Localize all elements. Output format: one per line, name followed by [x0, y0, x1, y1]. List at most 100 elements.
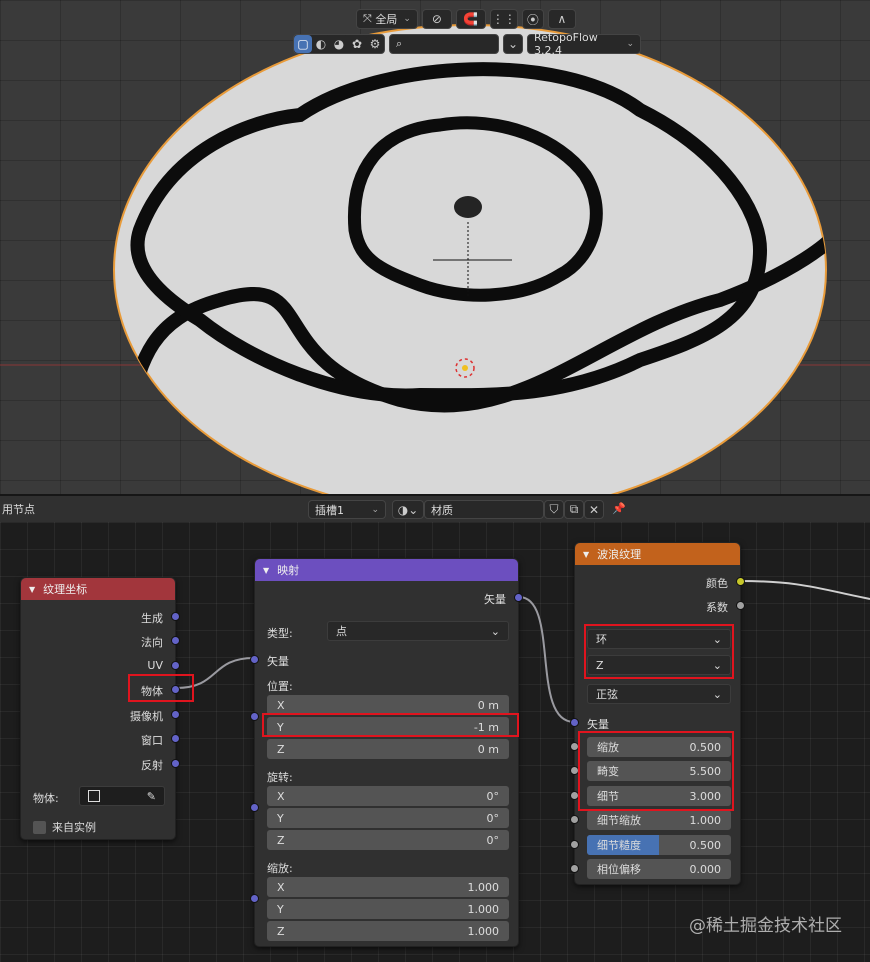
- field-value: 0°: [486, 789, 500, 803]
- from-instancer-checkbox[interactable]: 来自实例: [33, 819, 96, 835]
- mapping-node[interactable]: ▼ 映射 矢量 类型: 点 ⌄ 矢量 位置: X0 m Y -1 m Z0 m 旋…: [250, 558, 523, 947]
- watermark: @稀土掘金技术社区: [689, 916, 842, 936]
- socket-reflection[interactable]: [171, 759, 180, 768]
- transform-orientation-select[interactable]: ⤧ 全局 ⌄: [356, 9, 418, 29]
- chevron-down-icon: ⌄: [626, 39, 634, 49]
- falloff-icon[interactable]: ∧: [547, 9, 576, 29]
- output-color-label: 颜色: [706, 577, 728, 590]
- 3d-viewport[interactable]: ⤧ 全局 ⌄ ⊘ 🧲 ⋮⋮ ⦿ ∧ ▢ ◐ ◕ ✿ ⚙ ⌕ ⌄ RetopoFl…: [0, 0, 870, 494]
- rotation-y-field[interactable]: Y 0°: [267, 808, 509, 828]
- collapse-triangle-icon[interactable]: ▼: [583, 550, 589, 559]
- collapse-triangle-icon[interactable]: ▼: [29, 585, 35, 594]
- rotation-z-field[interactable]: Z 0°: [267, 830, 509, 850]
- solid-shading-icon[interactable]: ◐: [312, 35, 330, 53]
- axis-label: X: [277, 880, 285, 894]
- field-value: 0 m: [477, 742, 499, 756]
- socket-output-color[interactable]: [736, 577, 745, 586]
- highlight-location-y: [262, 713, 519, 737]
- scale-y-field[interactable]: Y 1.000: [267, 899, 509, 919]
- shader-node-editor[interactable]: 用节点 插槽1 ⌄ ◑⌄ 材质 ⛉ ⧉ ✕ 📌 ▼ 纹理坐标 生成 法向 UV …: [0, 494, 870, 962]
- wave-profile-select[interactable]: 正弦 ⌄: [587, 684, 731, 704]
- object-picker-field[interactable]: ✎: [79, 786, 165, 806]
- socket-generated[interactable]: [171, 612, 180, 621]
- pivot-icon[interactable]: ⊘: [421, 9, 452, 29]
- axis-label: Z: [277, 833, 285, 847]
- viewport-search-input[interactable]: ⌕: [389, 34, 499, 54]
- dropdown-icon[interactable]: ⌄: [503, 34, 523, 54]
- field-value: 0°: [486, 811, 500, 825]
- mapping-type-select[interactable]: 点 ⌄: [327, 621, 509, 641]
- material-name-field[interactable]: 材质: [424, 500, 544, 519]
- highlight-scale-distortion-detail: [578, 731, 734, 811]
- field-value: 1.000: [467, 924, 500, 938]
- socket-camera[interactable]: [171, 710, 180, 719]
- axis-label: Y: [277, 902, 284, 916]
- wireframe-shading-icon[interactable]: ▢: [294, 35, 312, 53]
- wave-texture-header[interactable]: ▼ 波浪纹理: [575, 543, 740, 565]
- orientation-label: 全局: [375, 13, 398, 26]
- texture-coordinate-node[interactable]: ▼ 纹理坐标 生成 法向 UV 物体 摄像机 窗口 反射 物体: ✎ 来自实例: [20, 577, 180, 840]
- viewport-header-tools: ⤧ 全局 ⌄ ⊘ 🧲 ⋮⋮ ⦿ ∧: [356, 9, 576, 29]
- output-generated: 生成: [141, 612, 163, 625]
- wave-texture-preview: [0, 24, 870, 494]
- socket-scale[interactable]: [250, 894, 259, 903]
- duplicate-icon[interactable]: ⧉: [564, 500, 584, 519]
- param-label: 细节糙度: [597, 839, 641, 852]
- socket-rotation[interactable]: [250, 803, 259, 812]
- material-name-label: 材质: [431, 503, 453, 517]
- socket-detail-scale[interactable]: [570, 815, 579, 824]
- location-label: 位置:: [267, 680, 293, 693]
- socket-location[interactable]: [250, 712, 259, 721]
- material-browse-icon[interactable]: ◑⌄: [392, 500, 424, 519]
- input-vector-label: 矢量: [267, 655, 289, 668]
- rotation-x-field[interactable]: X 0°: [267, 786, 509, 806]
- highlight-wave-type-direction: [584, 624, 734, 679]
- use-nodes-label: 用节点: [2, 503, 35, 516]
- param-phase-offset-field[interactable]: 相位偏移 0.000: [587, 859, 731, 879]
- field-value: 1.000: [467, 880, 500, 894]
- scale-z-field[interactable]: Z 1.000: [267, 921, 509, 941]
- retopoflow-button[interactable]: RetopoFlow 3.2.4 ⌄: [527, 31, 641, 57]
- pin-icon[interactable]: 📌: [612, 502, 626, 515]
- mapping-header[interactable]: ▼ 映射: [255, 559, 518, 581]
- location-z-field[interactable]: Z 0 m: [267, 739, 509, 759]
- field-value: 0 m: [477, 698, 499, 712]
- axis-label: Y: [277, 811, 284, 825]
- material-slot-select[interactable]: 插槽1 ⌄: [308, 500, 386, 519]
- object-field-label: 物体:: [33, 792, 59, 805]
- checkbox-box[interactable]: [33, 820, 46, 834]
- texture-coordinate-header[interactable]: ▼ 纹理坐标: [21, 578, 175, 600]
- field-value: 1.000: [467, 902, 500, 916]
- socket-normal[interactable]: [171, 636, 180, 645]
- param-detail-roughness-slider[interactable]: 细节糙度 0.500: [587, 835, 731, 855]
- retopoflow-label: RetopoFlow 3.2.4: [534, 31, 598, 57]
- eyedropper-icon[interactable]: ✎: [147, 790, 156, 803]
- snap-target-icon[interactable]: ⋮⋮: [489, 9, 518, 29]
- output-normal: 法向: [141, 636, 163, 649]
- socket-input-vector[interactable]: [250, 655, 259, 664]
- socket-output-fac[interactable]: [736, 601, 745, 610]
- node-title: 波浪纹理: [597, 548, 642, 561]
- output-vector-label: 矢量: [484, 593, 506, 606]
- material-shading-icon[interactable]: ◕: [330, 35, 348, 53]
- socket-output-vector[interactable]: [514, 593, 523, 602]
- unlink-close-icon[interactable]: ✕: [584, 500, 604, 519]
- wave-texture-node[interactable]: ▼ 波浪纹理 颜色 系数 环 ⌄ Z ⌄ 正弦 ⌄ 矢量 缩放 0.500 畸变 5…: [570, 542, 745, 885]
- socket-phase-offset[interactable]: [570, 864, 579, 873]
- param-detail-scale-field[interactable]: 细节缩放 1.000: [587, 810, 731, 830]
- param-label: 相位偏移: [597, 863, 641, 876]
- socket-detail-roughness[interactable]: [570, 840, 579, 849]
- location-x-field[interactable]: X 0 m: [267, 695, 509, 715]
- collapse-triangle-icon[interactable]: ▼: [263, 566, 269, 575]
- socket-window[interactable]: [171, 734, 180, 743]
- fake-user-shield-icon[interactable]: ⛉: [544, 500, 564, 519]
- rendered-shading-icon[interactable]: ✿: [348, 35, 366, 53]
- proportional-edit-icon[interactable]: ⦿: [521, 9, 544, 29]
- orientation-icon: ⤧: [363, 12, 372, 25]
- socket-input-vector[interactable]: [570, 718, 579, 727]
- snap-icon[interactable]: 🧲: [455, 9, 486, 29]
- scale-x-field[interactable]: X 1.000: [267, 877, 509, 897]
- socket-uv[interactable]: [171, 661, 180, 670]
- overlay-icon[interactable]: ⚙: [366, 35, 384, 53]
- type-label: 类型:: [267, 627, 293, 640]
